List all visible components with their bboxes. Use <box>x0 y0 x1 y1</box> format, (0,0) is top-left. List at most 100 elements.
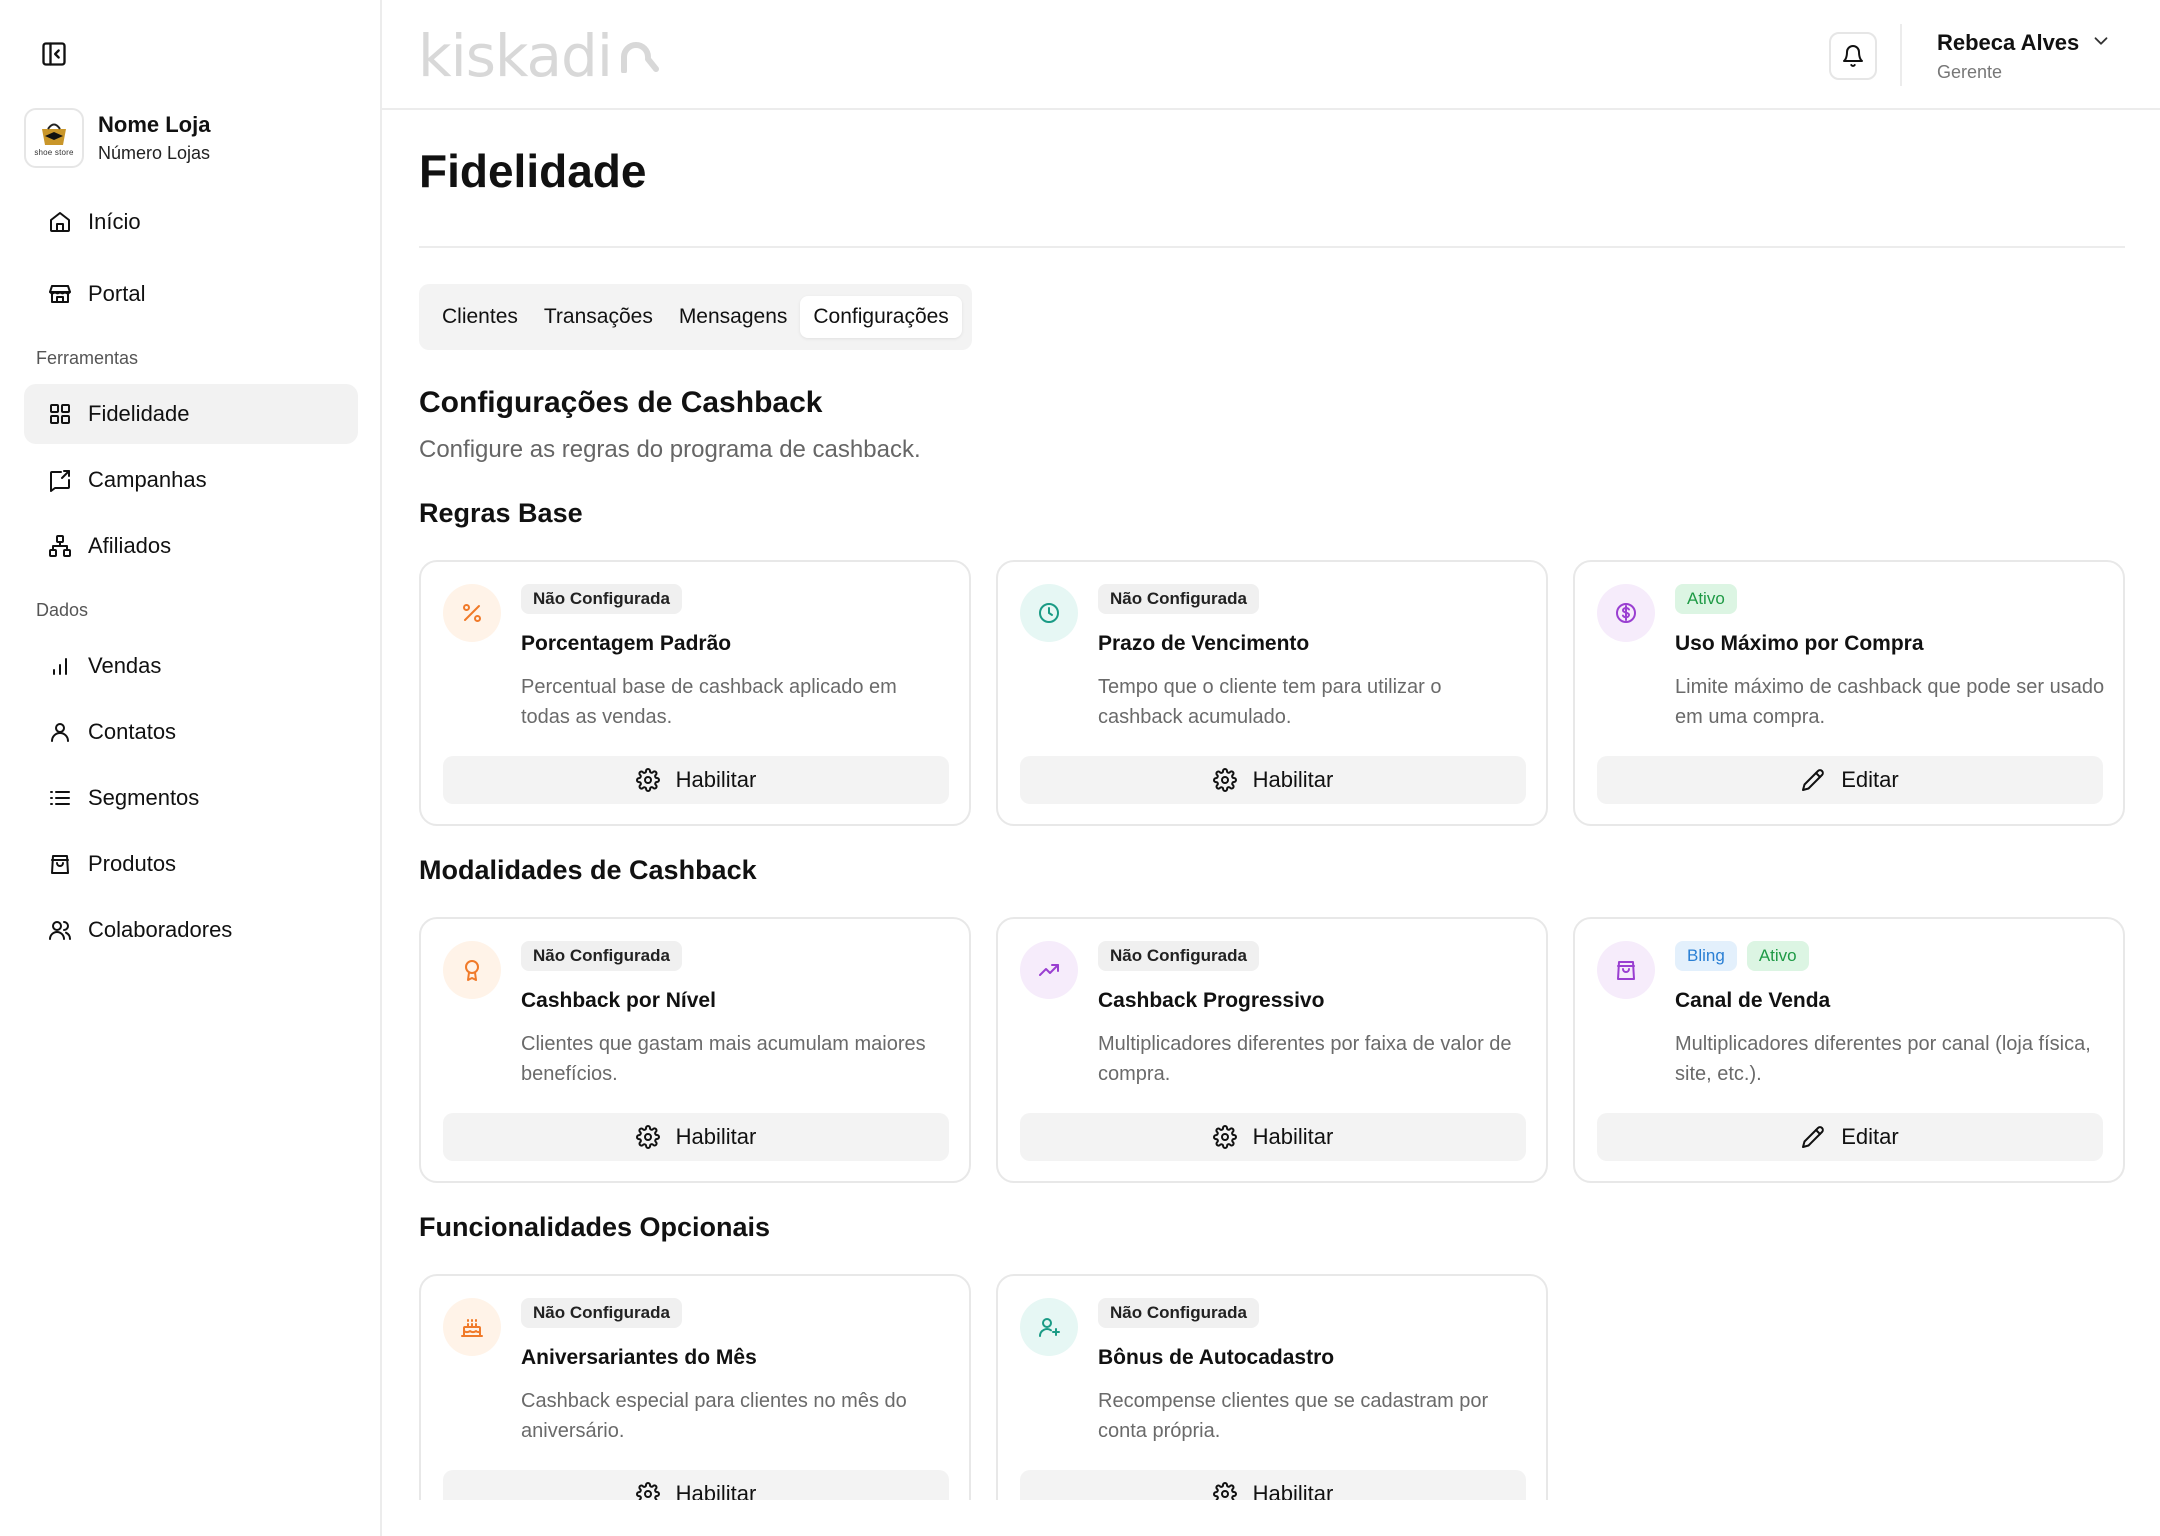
tab-configuracoes[interactable]: Configurações <box>800 296 962 338</box>
sidebar: shoe store Nome Loja Número Lojas Início… <box>0 0 382 1536</box>
page-title: Fidelidade <box>419 145 647 197</box>
card-description: Tempo que o cliente tem para utilizar o … <box>1098 676 1442 728</box>
top-header: kiskadi Rebeca Alves Gerente <box>382 0 2160 110</box>
sidebar-item-segmentos[interactable]: Segmentos <box>24 768 358 828</box>
home-icon <box>50 212 70 232</box>
group-title-modalidades: Modalidades de Cashback <box>419 855 757 885</box>
card-description: Recompense clientes que se cadastram por… <box>1098 1390 1489 1442</box>
tab-clientes[interactable]: Clientes <box>429 296 531 338</box>
card-bonus-autocadastro: Não Configurada Bônus de Autocadastro Re… <box>996 1274 1548 1500</box>
sidebar-item-produtos[interactable]: Produtos <box>24 834 358 894</box>
brand-name: kiskadi <box>418 22 613 90</box>
sidebar-collapse-icon[interactable] <box>40 40 68 68</box>
tab-transacoes[interactable]: Transações <box>531 296 666 338</box>
card-description: Multiplicadores diferentes por faixa de … <box>1098 1033 1512 1085</box>
gear-icon <box>635 1482 660 1500</box>
sidebar-item-portal[interactable]: Portal <box>24 264 358 324</box>
sidebar-item-label: Produtos <box>88 851 177 876</box>
sidebar-item-campanhas[interactable]: Campanhas <box>24 450 358 510</box>
card-description: Multiplicadores diferentes por canal (lo… <box>1675 1033 2091 1085</box>
enable-button[interactable]: Habilitar <box>443 756 949 804</box>
button-label: Editar <box>1841 1124 1899 1149</box>
card-porcentagem-padrao: Não Configurada Porcentagem Padrão Perce… <box>419 560 971 826</box>
percent-icon <box>443 584 501 642</box>
gear-icon <box>635 1125 660 1149</box>
user-role: Gerente <box>1937 62 2003 82</box>
sidebar-item-label: Contatos <box>88 719 177 744</box>
status-badge: Não Configurada <box>521 941 682 971</box>
enable-button[interactable]: Habilitar <box>1020 1470 1526 1500</box>
clock-icon <box>1020 584 1078 642</box>
button-label: Habilitar <box>675 767 757 792</box>
sidebar-item-contatos[interactable]: Contatos <box>24 702 358 762</box>
card-cashback-progressivo: Não Configurada Cashback Progressivo Mul… <box>996 917 1548 1183</box>
card-description: Clientes que gastam mais acumulam maiore… <box>521 1033 926 1085</box>
status-badge: Não Configurada <box>521 1298 682 1328</box>
section-title: Configurações de Cashback <box>419 386 823 419</box>
card-uso-maximo: Ativo Uso Máximo por Compra Limite máxim… <box>1573 560 2125 826</box>
button-label: Habilitar <box>1252 767 1334 792</box>
card-title: Uso Máximo por Compra <box>1675 632 1924 655</box>
sidebar-item-colaboradores[interactable]: Colaboradores <box>24 900 358 960</box>
store-subtitle: Número Lojas <box>98 143 211 163</box>
group-title-opcionais: Funcionalidades Opcionais <box>419 1212 771 1242</box>
status-badge: Não Configurada <box>521 584 682 614</box>
chevron-down-icon[interactable] <box>2090 30 2112 52</box>
gear-icon <box>1212 768 1237 792</box>
notifications-button[interactable] <box>1829 32 1877 80</box>
grid-icon <box>50 404 70 424</box>
status-badge: Ativo <box>1675 584 1737 614</box>
card-title: Bônus de Autocadastro <box>1098 1346 1335 1369</box>
store-switcher[interactable]: shoe store Nome Loja Número Lojas <box>24 108 210 168</box>
section-subtitle: Configure as regras do programa de cashb… <box>419 436 921 463</box>
enable-button[interactable]: Habilitar <box>443 1113 949 1161</box>
button-label: Habilitar <box>675 1124 757 1149</box>
group-title-regras-base: Regras Base <box>419 498 583 528</box>
sidebar-item-label: Fidelidade <box>88 401 190 426</box>
store-name: Nome Loja <box>98 112 211 137</box>
users-icon <box>49 921 71 940</box>
gear-icon <box>635 768 660 792</box>
gear-icon <box>1212 1125 1237 1149</box>
sidebar-item-inicio[interactable]: Início <box>24 192 358 252</box>
card-description: Percentual base de cashback aplicado em … <box>521 676 897 728</box>
sidebar-item-label: Segmentos <box>88 785 200 810</box>
tab-mensagens[interactable]: Mensagens <box>666 296 801 338</box>
sidebar-item-label: Campanhas <box>88 467 207 492</box>
sidebar-item-afiliados[interactable]: Afiliados <box>24 516 358 576</box>
card-aniversariantes: Não Configurada Aniversariantes do Mês C… <box>419 1274 971 1500</box>
list-icon <box>50 791 70 805</box>
pencil-icon <box>1802 1126 1825 1148</box>
card-title: Cashback por Nível <box>521 989 716 1012</box>
bell-icon <box>1843 45 1863 67</box>
edit-button[interactable]: Editar <box>1597 756 2103 804</box>
status-badge: Ativo <box>1746 941 1809 971</box>
user-icon <box>51 723 69 742</box>
sidebar-section-dados: Dados <box>36 600 89 620</box>
card-description: Limite máximo de cashback que pode ser u… <box>1675 676 2105 728</box>
card-title: Aniversariantes do Mês <box>521 1346 757 1369</box>
header-divider <box>1900 24 1902 86</box>
user-plus-icon <box>1020 1298 1078 1356</box>
button-label: Habilitar <box>675 1481 757 1500</box>
card-title: Prazo de Vencimento <box>1098 632 1310 655</box>
enable-button[interactable]: Habilitar <box>443 1470 949 1500</box>
sidebar-item-vendas[interactable]: Vendas <box>24 636 358 696</box>
store-logo-text: shoe store <box>34 147 74 157</box>
user-menu[interactable]: Rebeca Alves Gerente <box>1937 30 2079 83</box>
card-title: Porcentagem Padrão <box>521 632 732 655</box>
enable-button[interactable]: Habilitar <box>1020 1113 1526 1161</box>
user-name: Rebeca Alves <box>1937 30 2080 55</box>
edit-button[interactable]: Editar <box>1597 1113 2103 1161</box>
shopping-bag-icon <box>51 855 69 874</box>
card-title: Cashback Progressivo <box>1098 989 1325 1012</box>
enable-button[interactable]: Habilitar <box>1020 756 1526 804</box>
button-label: Habilitar <box>1252 1124 1334 1149</box>
sidebar-item-fidelidade[interactable]: Fidelidade <box>24 384 358 444</box>
sidebar-section-ferramentas: Ferramentas <box>36 348 139 368</box>
brand-logo: kiskadi <box>418 22 664 90</box>
card-title: Canal de Venda <box>1675 989 1831 1012</box>
sidebar-item-label: Vendas <box>88 653 162 678</box>
cake-icon <box>443 1298 501 1356</box>
button-label: Editar <box>1841 767 1899 792</box>
